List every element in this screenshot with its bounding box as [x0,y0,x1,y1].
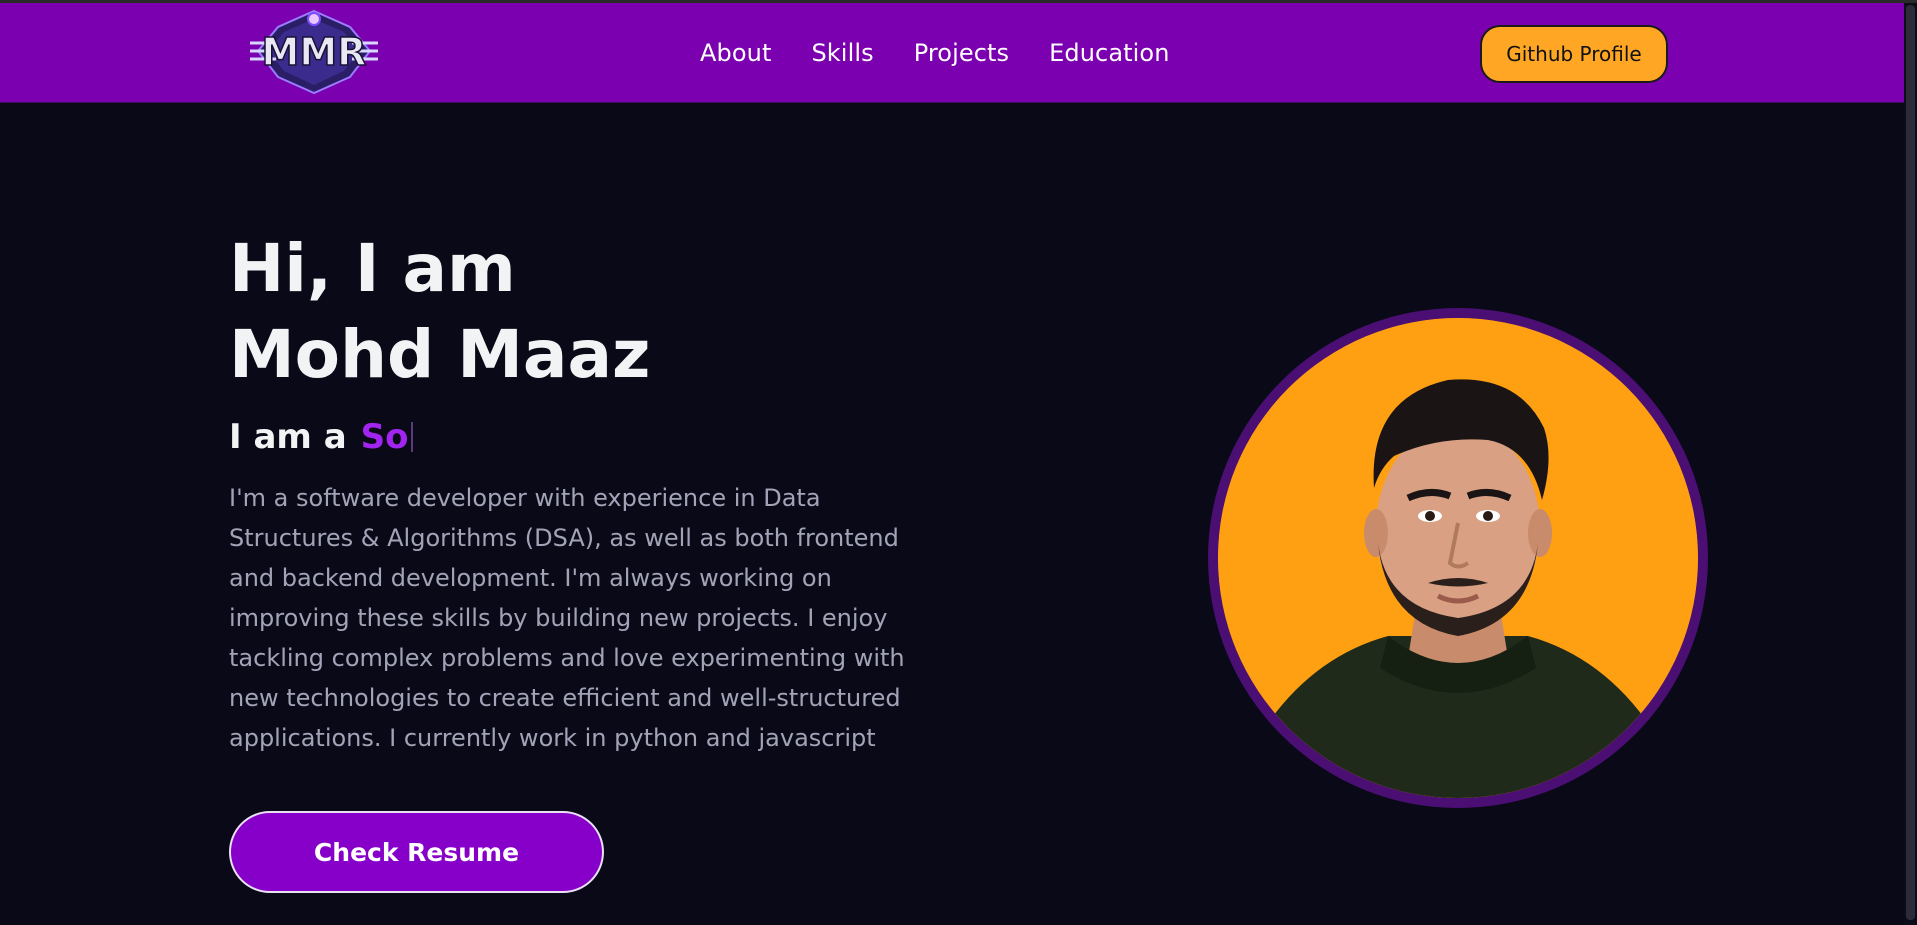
nav-link-about[interactable]: About [700,39,771,67]
hero-name: Mohd Maaz [229,316,651,393]
mmr-logo-icon: MMR [250,9,378,95]
scrollbar-thumb[interactable] [1906,5,1915,920]
logo-text: MMR [262,30,367,74]
hero-bio: I'm a software developer with experience… [229,484,905,752]
hero-greeting: Hi, I am [229,230,516,307]
profile-photo-frame [1208,308,1708,808]
typing-cursor [410,422,413,452]
nav-link-education[interactable]: Education [1049,39,1169,67]
hero-heading: Hi, I am Mohd Maaz [229,226,929,398]
typing-word: So [360,417,409,457]
navbar: MMR About Skills Projects Education Gith… [0,3,1917,103]
profile-photo-icon [1218,318,1698,798]
profile-photo [1218,318,1698,798]
nav-link-projects[interactable]: Projects [914,39,1009,67]
typing-prefix: I am a [229,417,347,457]
github-profile-button[interactable]: Github Profile [1480,25,1668,83]
nav-link-skills[interactable]: Skills [811,39,873,67]
site-logo[interactable]: MMR [246,5,382,97]
check-resume-button[interactable]: Check Resume [229,811,604,893]
typing-line: I am a So [229,412,413,462]
main-nav: About Skills Projects Education [700,3,1210,103]
